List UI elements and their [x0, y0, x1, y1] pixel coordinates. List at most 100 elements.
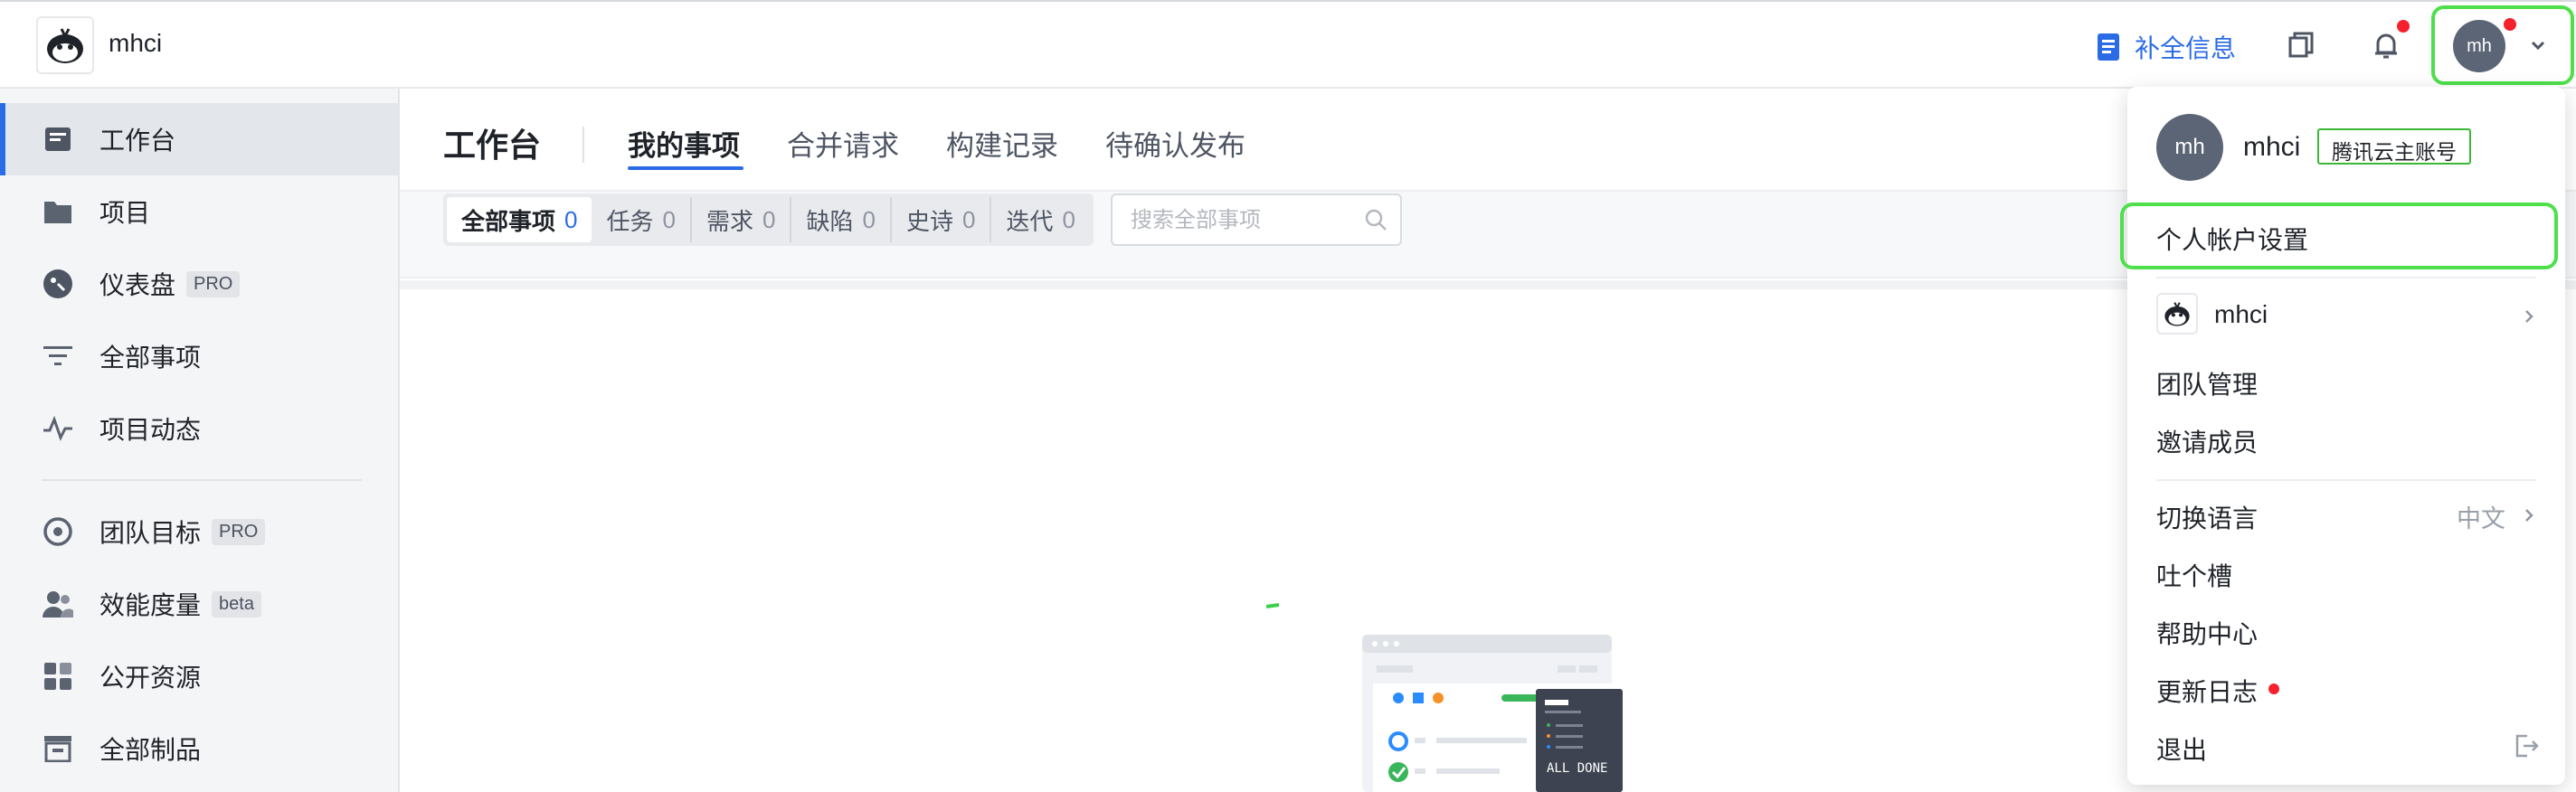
search-icon[interactable] [1364, 208, 1387, 231]
beta-badge: beta [212, 590, 261, 618]
title-separator [582, 127, 584, 163]
filter-iterations[interactable]: 迭代 0 [991, 197, 1089, 242]
filter-count: 0 [862, 205, 876, 233]
chevron-right-icon [2525, 310, 2533, 323]
account-settings-item[interactable]: 个人帐户设置 [2156, 221, 2308, 257]
artifact-icon [42, 732, 74, 765]
tab-my-items[interactable]: 我的事项 [628, 123, 740, 164]
user-menu-trigger[interactable]: mh [2431, 5, 2574, 85]
sidebar-divider [42, 479, 362, 481]
chevron-down-icon [2531, 41, 2545, 51]
sidebar-item-label: 项目动态 [99, 416, 202, 444]
changelog-new-dot [2268, 684, 2279, 694]
pro-badge: PRO [212, 518, 266, 545]
all-done-text: ALL DONE [1547, 761, 1607, 776]
window-copy-icon[interactable] [2285, 29, 2317, 61]
sidebar-item-label: 项目 [99, 199, 151, 227]
filter-label: 需求 [706, 207, 753, 235]
chevron-right-icon [2525, 509, 2533, 522]
sidebar-item-all-items[interactable]: 全部事项 [0, 320, 398, 392]
bell-icon[interactable] [2370, 29, 2402, 61]
sidebar-item-public-resources[interactable]: 公开资源 [0, 640, 398, 712]
search-input[interactable] [1131, 206, 1357, 235]
feedback-item[interactable]: 吐个槽 [2156, 557, 2232, 593]
switch-language-item[interactable]: 切换语言 [2156, 499, 2258, 535]
sidebar-item-team-goals[interactable]: 团队目标 PRO [0, 495, 398, 568]
mascot-logo-icon [47, 28, 83, 63]
sidebar-item-metrics[interactable]: 效能度量 beta [0, 568, 398, 640]
user-name: mhci [2243, 132, 2301, 162]
team-switcher-item[interactable]: mhci [2214, 300, 2268, 329]
tab-pending-releases[interactable]: 待确认发布 [1105, 123, 1245, 164]
mascot-logo-icon [2164, 302, 2190, 326]
page-title: 工作台 [443, 127, 542, 164]
filter-label: 史诗 [905, 207, 953, 235]
item-type-filter: 全部事项 0 任务 0 需求 0 缺陷 0 史诗 0 迭代 0 [443, 193, 1094, 246]
sidebar-item-dashboard[interactable]: 仪表盘 PRO [0, 248, 398, 320]
sidebar-item-label: 团队目标 [99, 519, 202, 547]
filter-epics[interactable]: 史诗 0 [892, 197, 992, 242]
top-bar: mhci 补全信息 mh [0, 0, 2576, 89]
filter-requirements[interactable]: 需求 0 [692, 197, 792, 242]
logout-item[interactable]: 退出 [2156, 731, 2207, 767]
filter-label: 迭代 [1006, 207, 1054, 235]
sidebar-item-label: 公开资源 [99, 664, 202, 692]
filter-count: 0 [961, 205, 976, 233]
target-icon [42, 515, 74, 548]
team-metrics-icon [42, 588, 74, 620]
sidebar-item-label: 全部制品 [99, 736, 202, 764]
sidebar: 工作台 项目 仪表盘 PRO 全部事项 项目动态 团队目标 PRO 效能度量 b… [0, 89, 400, 792]
filter-count: 0 [662, 205, 676, 233]
filter-tasks[interactable]: 任务 0 [592, 197, 692, 242]
all-done-illustration: ALL DONE [1362, 635, 1623, 792]
activity-icon [42, 412, 74, 445]
document-icon [2098, 33, 2119, 61]
logout-icon[interactable] [2514, 734, 2540, 758]
current-language: 中文 [2457, 505, 2505, 533]
avatar: mh [2156, 114, 2223, 181]
team-switcher-logo [2156, 293, 2198, 335]
active-tab-indicator [628, 166, 743, 170]
notification-dot [2397, 20, 2410, 33]
sidebar-item-activity[interactable]: 项目动态 [0, 392, 398, 465]
sidebar-item-artifacts[interactable]: 全部制品 [0, 712, 398, 785]
user-dropdown-menu: mh mhci 腾讯云主账号 个人帐户设置 mhci 团队管理 邀请成员 切换语… [2120, 87, 2565, 785]
team-management-item[interactable]: 团队管理 [2156, 365, 2258, 401]
filter-label: 缺陷 [806, 207, 854, 235]
tab-build-records[interactable]: 构建记录 [946, 123, 1058, 164]
search-box [1111, 193, 1402, 246]
sidebar-item-label: 全部事项 [99, 344, 202, 372]
account-type-badge: 腾讯云主账号 [2317, 128, 2471, 165]
sidebar-item-workbench[interactable]: 工作台 [0, 103, 398, 175]
menu-divider [2156, 277, 2536, 278]
loading-indicator [1265, 603, 1280, 608]
pro-badge: PRO [186, 270, 241, 297]
filter-count: 0 [1062, 205, 1075, 233]
help-center-item[interactable]: 帮助中心 [2156, 615, 2258, 651]
filter-label: 任务 [606, 207, 654, 235]
avatar: mh [2453, 20, 2505, 72]
dashboard-icon [42, 268, 74, 300]
apps-icon [42, 660, 74, 693]
workbench-icon [42, 123, 74, 156]
invite-members-item[interactable]: 邀请成员 [2156, 423, 2258, 459]
team-name[interactable]: mhci [109, 29, 162, 58]
filter-list-icon [42, 340, 74, 372]
changelog-item[interactable]: 更新日志 [2156, 673, 2258, 709]
filter-defects[interactable]: 缺陷 0 [791, 197, 892, 242]
complete-info-link[interactable]: 补全信息 [2097, 29, 2236, 65]
sidebar-item-label: 工作台 [99, 127, 176, 155]
sidebar-item-projects[interactable]: 项目 [0, 175, 398, 248]
folder-icon [42, 195, 74, 228]
sidebar-item-label: 效能度量 [99, 591, 202, 619]
team-logo[interactable] [36, 16, 94, 74]
avatar-notification-dot [2504, 18, 2516, 31]
filter-all-items[interactable]: 全部事项 0 [447, 197, 592, 242]
filter-count: 0 [762, 205, 776, 233]
sidebar-item-label: 仪表盘 [99, 271, 176, 299]
filter-count: 0 [564, 205, 578, 233]
filter-label: 全部事项 [461, 207, 556, 235]
complete-info-label: 补全信息 [2135, 34, 2237, 62]
tab-merge-requests[interactable]: 合并请求 [787, 123, 899, 164]
menu-divider [2156, 479, 2536, 481]
